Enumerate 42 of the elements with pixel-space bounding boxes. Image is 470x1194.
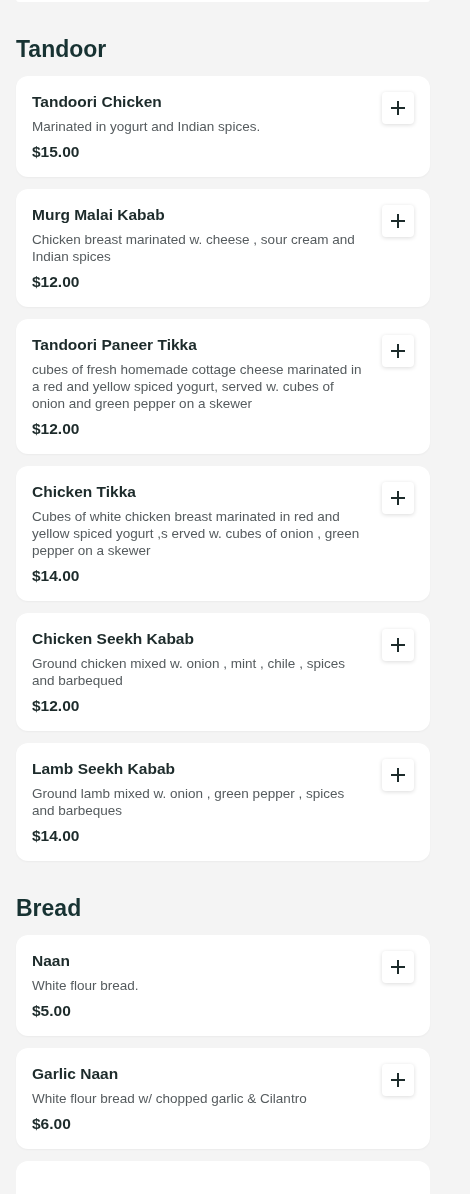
plus-icon (390, 213, 406, 229)
item-name: Naan (32, 951, 71, 970)
item-price: $14.00 (32, 566, 81, 586)
item-price: $12.00 (32, 419, 81, 439)
item-name: Chicken Seekh Kabab (32, 629, 195, 648)
item-description: Marinated in yogurt and Indian spices. (32, 118, 262, 135)
item-description: Ground lamb mixed w. onion , green pepper , spices and barbeques (32, 785, 346, 819)
plus-icon (390, 1072, 406, 1088)
item-description: White flour bread. (32, 977, 140, 994)
add-button[interactable] (382, 759, 414, 791)
add-button[interactable] (382, 951, 414, 983)
item-price: $15.00 (32, 142, 81, 162)
plus-icon (390, 343, 406, 359)
add-button[interactable] (382, 1064, 414, 1096)
item-name: Tandoori Chicken (32, 92, 163, 111)
add-button[interactable] (382, 629, 414, 661)
item-price: $5.00 (32, 1001, 72, 1021)
item-name: Tandoori Paneer Tikka (32, 335, 198, 354)
plus-icon (390, 767, 406, 783)
item-price: $14.00 (32, 826, 81, 846)
item-price: $12.00 (32, 696, 81, 716)
section-heading: Tandoor (16, 35, 108, 64)
add-button[interactable] (382, 482, 414, 514)
plus-icon (390, 959, 406, 975)
item-description: Ground chicken mixed w. onion , mint , chile , spices and barbequed (32, 655, 346, 689)
item-name: Garlic Naan (32, 1064, 120, 1083)
add-button[interactable] (382, 205, 414, 237)
item-price: $12.00 (32, 272, 81, 292)
add-button[interactable] (382, 335, 414, 367)
item-description: cubes of fresh homemade cottage cheese marinated in a red and yellow spiced yogurt, served w. cubes of onion and green pepper on a skewer (32, 361, 363, 412)
item-name: Murg Malai Kabab (32, 205, 166, 224)
item-price: $6.00 (32, 1114, 72, 1134)
plus-icon (390, 100, 406, 116)
item-description: White flour bread w/ chopped garlic & Cilantro (32, 1090, 308, 1107)
add-button[interactable] (382, 92, 414, 124)
item-description: Cubes of white chicken breast marinated in red and yellow spiced yogurt ,s erved w. cubes of onion , green pepper on a skewer (32, 508, 361, 559)
section-heading: Bread (16, 894, 83, 923)
item-name: Chicken Tikka (32, 482, 137, 501)
item-name: Lamb Seekh Kabab (32, 759, 176, 778)
plus-icon (390, 490, 406, 506)
item-description: Chicken breast marinated w. cheese , sour cream and Indian spices (32, 231, 356, 265)
plus-icon (390, 637, 406, 653)
